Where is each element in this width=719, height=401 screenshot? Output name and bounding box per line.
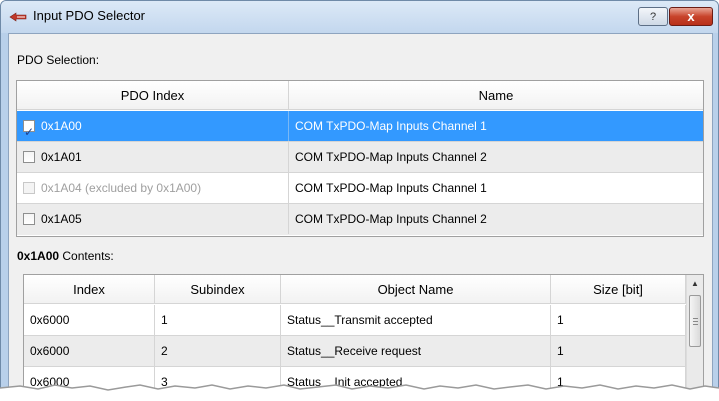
title-bar[interactable]: Input PDO Selector ? x	[1, 1, 718, 33]
grip-line	[693, 318, 698, 319]
grip-line	[693, 324, 698, 325]
window-title: Input PDO Selector	[33, 8, 145, 23]
size-cell: 1	[551, 336, 686, 366]
pdo-name-cell: COM TxPDO-Map Inputs Channel 1	[295, 119, 487, 133]
pdo-checkbox-1a04	[23, 182, 35, 194]
contents-label-suffix: Contents:	[59, 249, 114, 263]
column-header-object-name[interactable]: Object Name	[281, 275, 551, 304]
grip-line	[693, 321, 698, 322]
column-header-subindex[interactable]: Subindex	[155, 275, 281, 304]
column-header-size[interactable]: Size [bit]	[551, 275, 686, 304]
pdo-index-text: 0x1A05	[41, 212, 82, 226]
pdo-index-text: 0x1A00	[41, 119, 82, 133]
pdo-app-icon	[9, 12, 27, 22]
torn-edge	[0, 384, 719, 401]
pdo-checkbox-1a05[interactable]	[23, 213, 35, 225]
pdo-checkbox-1a00[interactable]	[23, 117, 35, 141]
pdo-index-cell: 0x1A01	[17, 142, 289, 172]
table-row[interactable]: 0x6000 1 Status__Transmit accepted 1	[24, 305, 686, 336]
index-cell: 0x6000	[24, 305, 155, 335]
pdo-index-cell: 0x1A04 (excluded by 0x1A00)	[17, 173, 289, 203]
pdo-index-cell: 0x1A00	[17, 111, 289, 141]
pdo-name-cell: COM TxPDO-Map Inputs Channel 1	[295, 181, 487, 195]
dialog-window: Input PDO Selector ? x PDO Selection: PD…	[0, 0, 719, 401]
pdo-row-1a01[interactable]: 0x1A01 COM TxPDO-Map Inputs Channel 2	[17, 142, 703, 173]
object-name-cell: Status__Transmit accepted	[281, 305, 551, 335]
pdo-index-text: 0x1A01	[41, 150, 82, 164]
column-header-pdo-index[interactable]: PDO Index	[17, 81, 289, 110]
scroll-up-arrow-icon[interactable]: ▲	[687, 275, 703, 292]
table-row[interactable]: 0x6000 2 Status__Receive request 1	[24, 336, 686, 367]
close-button[interactable]: x	[669, 7, 713, 26]
pdo-name-cell: COM TxPDO-Map Inputs Channel 2	[295, 150, 487, 164]
scroll-thumb[interactable]	[689, 295, 701, 347]
help-button[interactable]: ?	[638, 7, 668, 26]
pdo-selection-label: PDO Selection:	[17, 53, 100, 67]
index-cell: 0x6000	[24, 336, 155, 366]
column-header-name[interactable]: Name	[289, 81, 703, 110]
pdo-row-1a00[interactable]: 0x1A00 COM TxPDO-Map Inputs Channel 1	[17, 111, 703, 142]
subindex-cell: 2	[155, 336, 281, 366]
pdo-name-cell: COM TxPDO-Map Inputs Channel 2	[295, 212, 487, 226]
pdo-selection-table: PDO Index Name 0x1A00 COM TxPDO-Map Inpu…	[16, 80, 704, 237]
pdo-row-1a05[interactable]: 0x1A05 COM TxPDO-Map Inputs Channel 2	[17, 204, 703, 235]
dialog-body: PDO Selection: PDO Index Name 0x1A00 COM…	[8, 33, 713, 400]
column-header-index[interactable]: Index	[24, 275, 155, 304]
subindex-cell: 1	[155, 305, 281, 335]
pdo-row-1a04: 0x1A04 (excluded by 0x1A00) COM TxPDO-Ma…	[17, 173, 703, 204]
contents-label-index: 0x1A00	[17, 249, 60, 263]
pdo-index-cell: 0x1A05	[17, 204, 289, 234]
pdo-index-text: 0x1A04 (excluded by 0x1A00)	[41, 181, 202, 195]
size-cell: 1	[551, 305, 686, 335]
contents-label: 0x1A00 Contents:	[17, 249, 114, 263]
pdo-checkbox-1a01[interactable]	[23, 151, 35, 163]
object-name-cell: Status__Receive request	[281, 336, 551, 366]
